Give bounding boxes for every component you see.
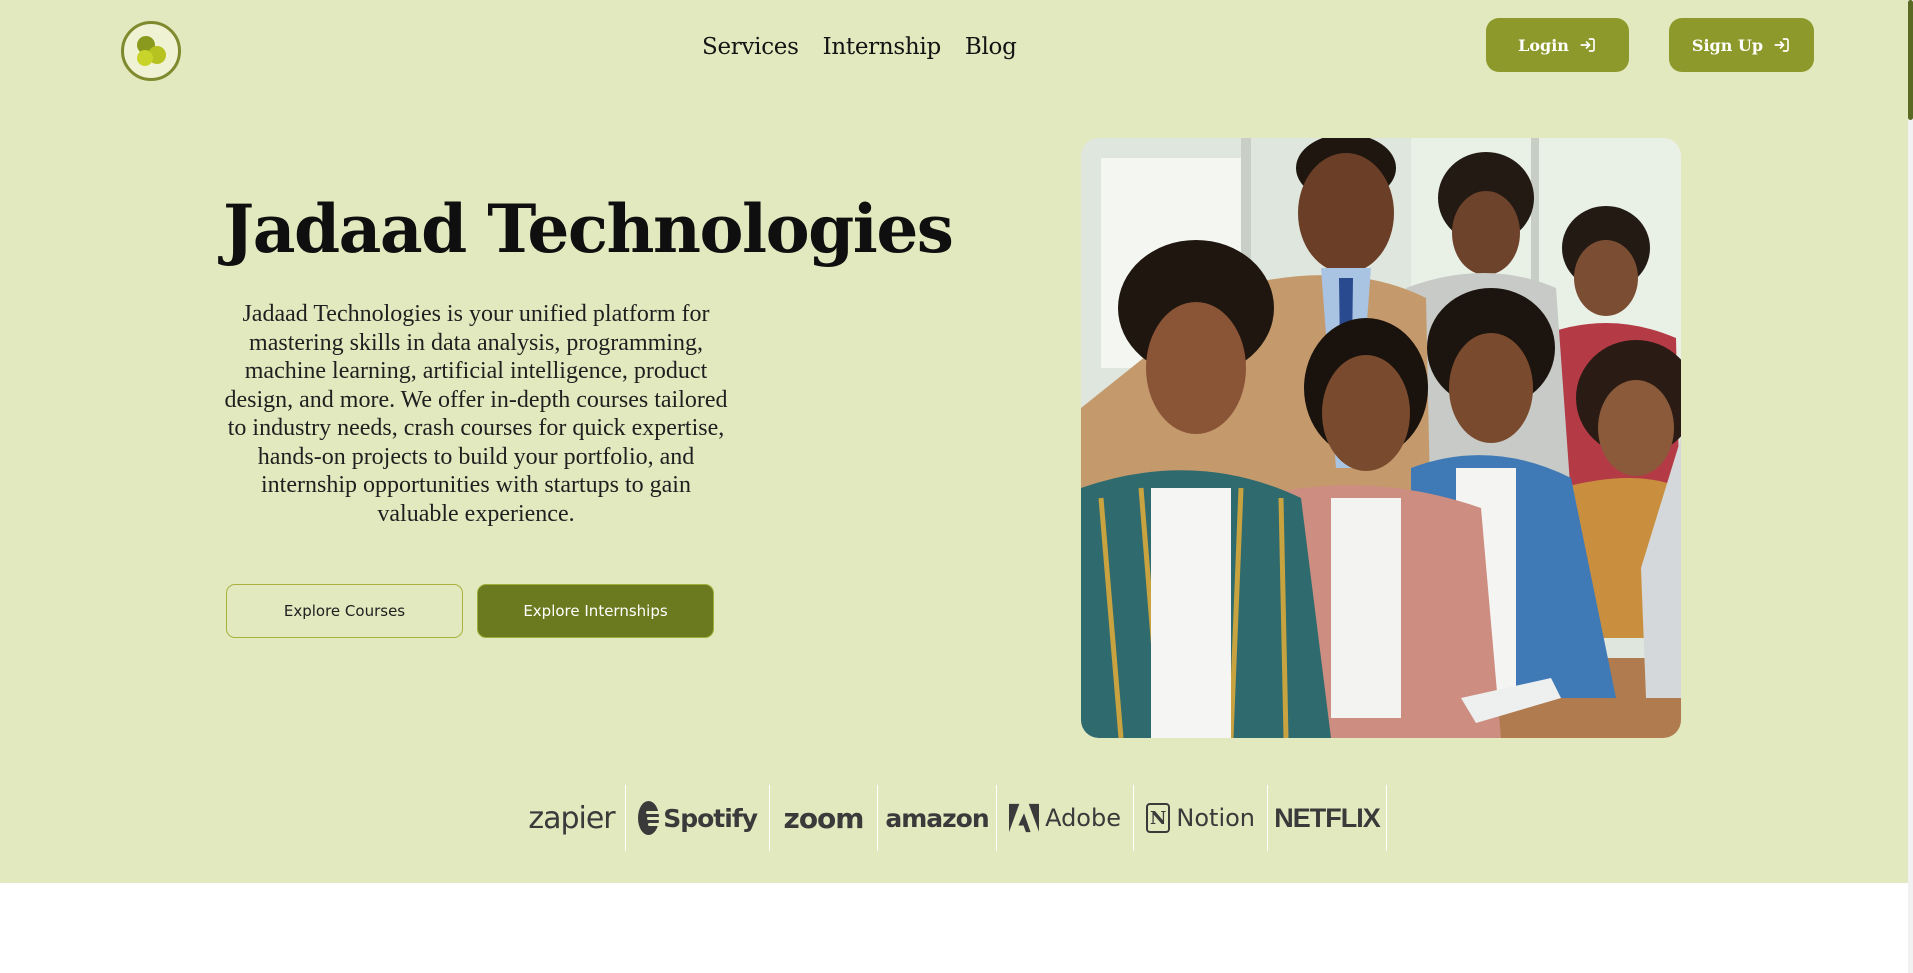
notion-logo-text: Notion: [1176, 804, 1255, 832]
nav-item-internship[interactable]: Internship: [823, 34, 942, 60]
site-logo-icon[interactable]: [121, 21, 181, 81]
netflix-logo-text: NETFLIX: [1274, 802, 1380, 833]
adobe-logo-text: Adobe: [1045, 804, 1121, 832]
amazon-logo-text: amazon: [885, 803, 989, 833]
login-arrow-icon: [1580, 38, 1595, 52]
signup-button-label: Sign Up: [1691, 35, 1764, 55]
hero-title: Jadaad Technologies: [223, 190, 954, 268]
adobe-logo-icon: Adobe: [997, 785, 1134, 851]
zapier-logo-icon: zapier: [520, 785, 626, 851]
hero-section: Services Internship Blog Login Sign Up J…: [0, 0, 1908, 883]
amazon-logo-icon: amazon: [878, 785, 997, 851]
notion-icon: N: [1146, 803, 1171, 833]
explore-courses-button[interactable]: Explore Courses: [226, 584, 463, 638]
netflix-logo-icon: NETFLIX: [1268, 785, 1387, 851]
hero-students-photo: [1081, 138, 1681, 738]
hero-description: Jadaad Technologies is your unified plat…: [224, 301, 728, 527]
zoom-logo-text: zoom: [783, 801, 865, 835]
spotify-icon: [638, 801, 665, 835]
nav-item-services[interactable]: Services: [702, 34, 799, 60]
page-scrollbar[interactable]: [1908, 0, 1913, 973]
zapier-logo-text: zapier: [528, 800, 615, 836]
login-button-label: Login: [1518, 35, 1569, 55]
login-arrow-icon: [1774, 38, 1789, 52]
explore-internships-button[interactable]: Explore Internships: [477, 584, 714, 638]
scrollbar-thumb[interactable]: [1908, 0, 1913, 120]
adobe-icon: [1009, 803, 1040, 833]
main-nav: Services Internship Blog: [702, 34, 1041, 60]
spotify-logo-icon: Spotify: [626, 785, 770, 851]
login-button[interactable]: Login: [1486, 18, 1629, 72]
nav-item-blog[interactable]: Blog: [965, 34, 1017, 60]
partner-logos: zapier Spotify zoom amazon Adobe N Notio…: [520, 785, 1387, 851]
zoom-logo-icon: zoom: [770, 785, 878, 851]
notion-logo-icon: N Notion: [1134, 785, 1268, 851]
spotify-logo-text: Spotify: [663, 803, 758, 833]
signup-button[interactable]: Sign Up: [1669, 18, 1814, 72]
